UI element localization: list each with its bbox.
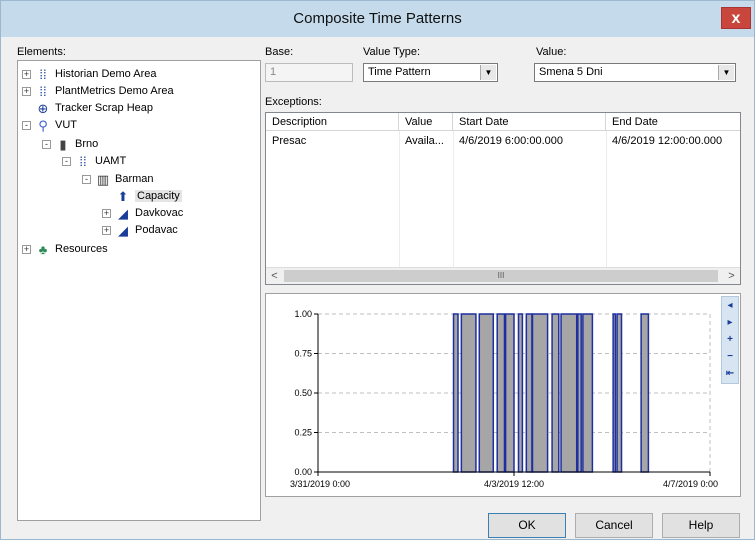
cell-start-date: 4/6/2019 6:00:00.000 [459,135,563,147]
expand-icon[interactable]: + [102,226,111,235]
pattern-bar [460,313,477,473]
pattern-bar [496,313,506,473]
x-tick-label: 3/31/2019 0:00 [290,479,350,489]
scrap-heap-icon: ⊕ [37,101,49,116]
pattern-bar [504,313,515,473]
machine-icon: ◢ [118,223,128,238]
pan-left-icon[interactable]: ◂ [722,299,738,313]
time-pattern-chart: 1.00 0.75 0.50 0.25 0.00 3/31/2019 0:00 4/3/20… [265,293,741,497]
area-icon: ⁞⁞ [39,67,47,82]
ok-button[interactable]: OK [488,513,566,538]
tree-item-label: UAMT [95,155,127,167]
capacity-icon: ⬆ [117,189,129,204]
tree-item-label: Podavac [135,224,178,236]
horizontal-scrollbar[interactable]: < III > [266,267,740,284]
y-tick-label: 0.00 [294,467,312,477]
title-bar: Composite Time Patterns x [1,1,754,37]
tree-item-label: VUT [55,119,77,131]
exceptions-label: Exceptions: [265,96,322,108]
column-divider [453,131,454,268]
scroll-thumb[interactable]: III [284,270,718,282]
area-icon: ⁞⁞ [39,84,47,99]
line-icon: ▥ [96,172,110,187]
chevron-down-icon[interactable]: ▼ [718,65,734,80]
y-tick-label: 0.75 [294,349,312,359]
chart-svg: 1.00 0.75 0.50 0.25 0.00 3/31/2019 0:00 4/3/20… [290,309,718,489]
help-button[interactable]: Help [662,513,740,538]
dialog-window: Composite Time Patterns x Elements: + ⁞⁞ H… [0,0,755,540]
collapse-icon[interactable]: - [82,175,91,184]
area-icon: ⁞⁞ [79,154,87,169]
elements-tree[interactable]: + ⁞⁞ Historian Demo Area + ⁞⁞ PlantMetrics De… [17,60,261,521]
tree-item-label: Barman [115,173,154,185]
expand-icon[interactable]: + [102,209,111,218]
column-divider [606,131,607,268]
pattern-bar [452,313,459,473]
chart-toolbar: ◂ ▸ + − ⇤ [721,296,739,384]
cancel-button[interactable]: Cancel [575,513,653,538]
tree-item-label: Tracker Scrap Heap [55,102,154,114]
base-field: 1 [265,63,353,82]
value-type-label: Value Type: [363,46,421,58]
reset-zoom-icon[interactable]: ⇤ [722,367,738,381]
cell-description: Presac [272,135,307,147]
elements-label: Elements: [17,46,66,58]
x-tick-label: 4/7/2019 0:00 [663,479,718,489]
y-tick-label: 0.25 [294,428,312,438]
exceptions-table[interactable]: Description Value Start Date End Date Pr… [265,112,741,285]
scroll-right-icon[interactable]: > [723,268,740,284]
column-header-start-date[interactable]: Start Date [453,113,606,131]
value-selected: Smena 5 Dni [539,66,603,78]
pattern-bar [551,313,560,473]
window-title: Composite Time Patterns [293,10,462,27]
tree-item-label: PlantMetrics Demo Area [55,85,174,97]
pattern-bar [525,313,533,473]
y-tick-label: 0.50 [294,388,312,398]
value-type-select[interactable]: Time Pattern ▼ [363,63,498,82]
value-type-selected: Time Pattern [368,66,431,78]
pattern-bar [531,313,549,473]
x-tick-label: 4/3/2019 12:00 [484,479,544,489]
pattern-bar [478,313,495,473]
expand-icon[interactable]: + [22,87,31,96]
collapse-icon[interactable]: - [62,157,71,166]
collapse-icon[interactable]: - [22,121,31,130]
close-button[interactable]: x [721,7,751,29]
collapse-icon[interactable]: - [42,140,51,149]
expand-icon[interactable]: + [22,245,31,254]
expand-icon[interactable]: + [22,70,31,79]
pattern-bar [616,313,623,473]
value-select[interactable]: Smena 5 Dni ▼ [534,63,736,82]
pattern-bar [560,313,578,473]
tree-item-label: Brno [75,138,99,150]
column-divider [399,131,400,268]
column-header-value[interactable]: Value [399,113,453,131]
zoom-in-icon[interactable]: + [722,333,738,347]
cell-value: Availa... [405,135,444,147]
scroll-left-icon[interactable]: < [266,268,283,284]
zoom-out-icon[interactable]: − [722,350,738,364]
column-header-end-date[interactable]: End Date [606,113,740,131]
pan-right-icon[interactable]: ▸ [722,316,738,330]
chevron-down-icon[interactable]: ▼ [480,65,496,80]
column-header-description[interactable]: Description [266,113,399,131]
building-icon: ▮ [59,137,67,152]
pattern-bar [577,313,582,473]
cell-end-date: 4/6/2019 12:00:00.000 [612,135,723,147]
tree-item-label: Capacity [135,190,182,202]
pattern-bar [517,313,524,473]
y-tick-label: 1.00 [294,309,312,319]
tree-item-label: Davkovac [135,207,184,219]
machine-icon: ◢ [118,206,128,221]
resources-icon: ♣ [38,242,48,257]
tree-item-label: Resources [55,243,108,255]
value-label: Value: [536,46,567,58]
site-icon: ⚲ [38,118,48,133]
base-label: Base: [265,46,294,58]
pattern-bar [582,313,594,473]
pattern-bar [640,313,650,473]
pattern-bar [612,313,617,473]
tree-item-label: Historian Demo Area [55,68,157,80]
